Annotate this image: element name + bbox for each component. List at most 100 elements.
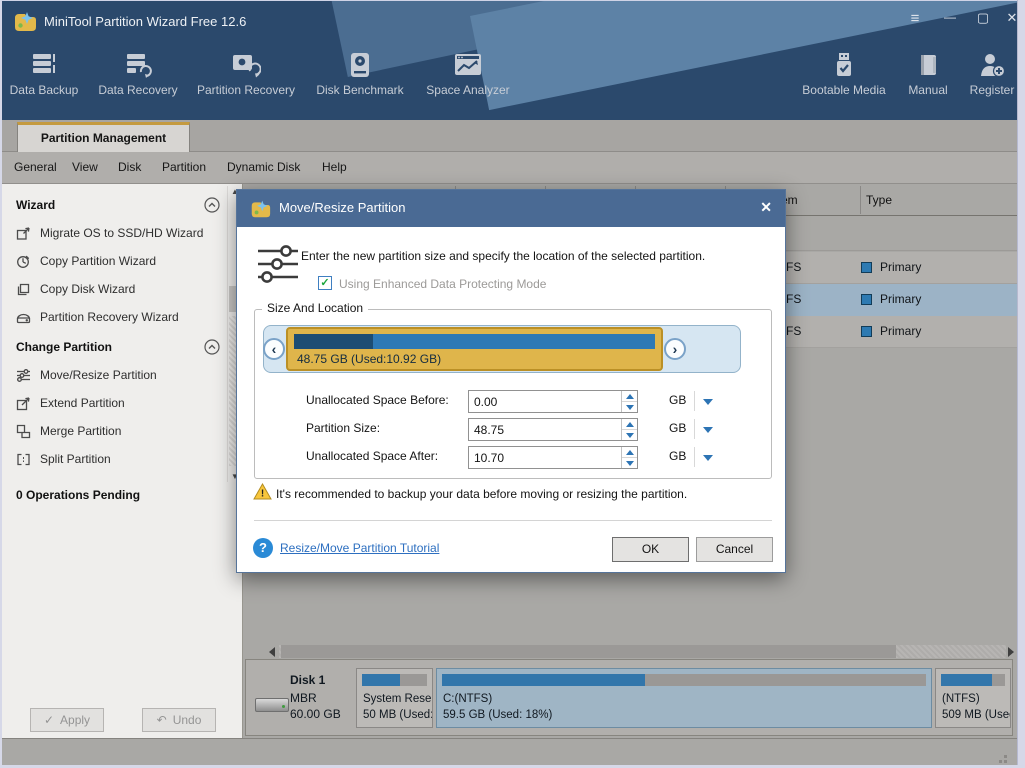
menu-disk[interactable]: Disk (118, 160, 141, 174)
sliders-icon (258, 245, 298, 283)
partition-size-input[interactable]: 48.75 (468, 418, 638, 441)
move-resize-icon (17, 369, 30, 382)
unit-dropdown-icon[interactable] (703, 427, 713, 433)
tutorial-link[interactable]: Resize/Move Partition Tutorial (280, 541, 439, 555)
column-divider (860, 186, 861, 214)
disk-strip: Disk 1 MBR 60.00 GB System Reserved 50 M… (245, 659, 1013, 736)
register-icon (981, 54, 1005, 78)
divider (694, 447, 695, 467)
window-title: MiniTool Partition Wizard Free 12.6 (44, 14, 247, 29)
space-analyzer-button[interactable]: Space Analyzer (420, 52, 516, 114)
field-label: Unallocated Space Before: (306, 393, 449, 407)
collapse-section-icon[interactable] (204, 197, 220, 213)
titlebar: MiniTool Partition Wizard Free 12.6 ≡ — … (0, 0, 1025, 44)
hard-drive-icon (255, 698, 289, 712)
ok-button[interactable]: OK (612, 537, 689, 562)
unit-dropdown-icon[interactable] (703, 455, 713, 461)
copy-partition-icon (17, 255, 30, 268)
spin-down-icon[interactable] (622, 430, 637, 441)
menu-general[interactable]: General (14, 160, 57, 174)
window-border (1017, 0, 1025, 768)
spin-down-icon[interactable] (622, 402, 637, 413)
manual-button[interactable]: Manual (900, 52, 956, 114)
primary-type-icon (861, 326, 872, 337)
bootable-media-button[interactable]: Bootable Media (798, 52, 890, 114)
partition-recovery-icon (233, 55, 261, 78)
check-icon: ✓ (43, 713, 55, 727)
warning-icon: ! (253, 483, 272, 500)
merge-partition-icon (16, 424, 31, 439)
apply-button[interactable]: ✓ Apply (30, 708, 104, 732)
spin-up-icon[interactable] (622, 391, 637, 402)
disk-map: Disk 1 MBR 60.00 GB System Reserved 50 M… (243, 658, 1025, 738)
scroll-right-icon[interactable] (1008, 647, 1014, 657)
tab-partition-management[interactable]: Partition Management (17, 122, 190, 152)
usage-bar (362, 674, 427, 686)
spin-down-icon[interactable] (622, 458, 637, 469)
menu-partition[interactable]: Partition (162, 160, 206, 174)
menubar: General View Disk Partition Dynamic Disk… (0, 152, 1025, 184)
enhanced-mode-checkbox[interactable]: ✓ (318, 276, 332, 290)
partition-block-system-reserved[interactable]: System Reserved 50 MB (Used: (356, 668, 433, 728)
manual-icon (921, 55, 936, 75)
horizontal-scrollbar[interactable] (243, 645, 1018, 658)
resize-grip[interactable] (1004, 755, 1007, 758)
scrollbar-thumb[interactable] (281, 645, 896, 658)
unit-dropdown-icon[interactable] (703, 399, 713, 405)
enhanced-mode-label: Using Enhanced Data Protecting Mode (339, 277, 547, 291)
partition-block-ntfs[interactable]: (NTFS) 509 MB (Used: (935, 668, 1011, 728)
maximize-icon[interactable]: ▢ (971, 10, 995, 32)
slider-right-handle[interactable]: › (664, 338, 686, 360)
copy-disk-icon (17, 283, 30, 296)
dialog-close-icon[interactable]: ✕ (760, 199, 772, 216)
sidebar-item-extend[interactable]: Extend Partition (0, 391, 226, 417)
undo-button[interactable]: ↶ Undo (142, 708, 216, 732)
section-wizard: Wizard (16, 198, 56, 212)
spin-up-icon[interactable] (622, 447, 637, 458)
cancel-button[interactable]: Cancel (696, 537, 773, 562)
svg-text:!: ! (261, 489, 264, 500)
sidebar-item-copy-disk[interactable]: Copy Disk Wizard (0, 277, 226, 303)
app-logo-icon (15, 12, 36, 31)
data-backup-button[interactable]: Data Backup (6, 52, 82, 114)
space-analyzer-icon (455, 54, 481, 75)
spin-up-icon[interactable] (622, 419, 637, 430)
sidebar-item-migrate-os[interactable]: Migrate OS to SSD/HD Wizard (0, 221, 226, 247)
menu-dynamic-disk[interactable]: Dynamic Disk (227, 160, 300, 174)
sidebar-item-copy-partition[interactable]: Copy Partition Wizard (0, 249, 226, 275)
minimize-icon[interactable]: — (938, 10, 962, 32)
collapse-section-icon[interactable] (204, 339, 220, 355)
partition-usage-bar (294, 334, 655, 349)
usage-bar (442, 674, 926, 686)
field-label: Partition Size: (306, 421, 381, 435)
scrollbar-track[interactable] (279, 645, 1006, 658)
sidebar-item-split[interactable]: Split Partition (0, 447, 226, 473)
partition-slider-block[interactable]: 48.75 GB (Used:10.92 GB) (286, 327, 663, 371)
sidebar-item-move-resize[interactable]: Move/Resize Partition (0, 363, 226, 389)
menu-help[interactable]: Help (322, 160, 347, 174)
help-icon[interactable]: ? (253, 538, 273, 558)
menu-view[interactable]: View (72, 160, 98, 174)
dialog-description: Enter the new partition size and specify… (301, 249, 706, 263)
primary-type-icon (861, 262, 872, 273)
scroll-left-icon[interactable] (269, 647, 275, 657)
unallocated-before-input[interactable]: 0.00 (468, 390, 638, 413)
window-border (0, 0, 1025, 1)
slider-left-handle[interactable]: ‹ (263, 338, 285, 360)
sidebar-item-partition-recovery-wizard[interactable]: Partition Recovery Wizard (0, 305, 226, 331)
disk-benchmark-icon (351, 53, 369, 77)
tab-strip: Partition Management (0, 120, 1025, 152)
group-title: Size And Location (262, 301, 369, 315)
divider (694, 391, 695, 411)
divider (254, 520, 772, 521)
register-button[interactable]: Register (962, 52, 1022, 114)
data-recovery-button[interactable]: Data Recovery (95, 52, 181, 114)
spinner (621, 391, 637, 412)
column-type[interactable]: Type (866, 193, 892, 207)
unallocated-after-input[interactable]: 10.70 (468, 446, 638, 469)
partition-recovery-button[interactable]: Partition Recovery (193, 52, 299, 114)
sidebar-item-merge[interactable]: Merge Partition (0, 419, 226, 445)
disk-benchmark-button[interactable]: Disk Benchmark (312, 52, 408, 114)
partition-block-c[interactable]: C:(NTFS) 59.5 GB (Used: 18%) (436, 668, 932, 728)
hamburger-menu-icon[interactable]: ≡ (903, 10, 927, 32)
